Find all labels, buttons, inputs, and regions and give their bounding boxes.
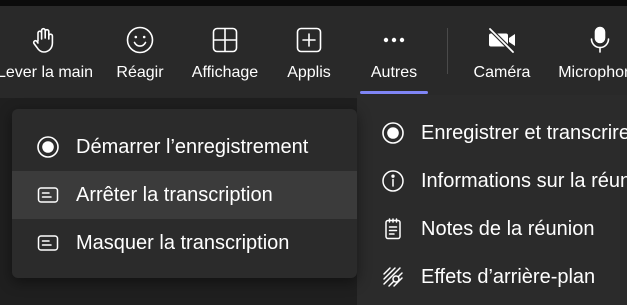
record-transcribe-submenu: Démarrer l’enregistrement Arrêter la tra…: [12, 109, 357, 278]
notes-icon: [381, 217, 405, 241]
menu-item-label: Notes de la réunion: [421, 218, 595, 240]
active-tab-indicator: [360, 91, 428, 94]
transcript-icon: [36, 231, 60, 255]
apps-label: Applis: [287, 64, 331, 81]
more-button[interactable]: Autres: [360, 6, 428, 98]
camera-off-icon: [486, 24, 518, 56]
grid-view-icon: [209, 24, 241, 56]
camera-button[interactable]: Caméra: [470, 6, 534, 98]
record-icon: [36, 135, 60, 159]
microphone-button[interactable]: Microphone: [550, 6, 627, 98]
menu-item-stop-transcription[interactable]: Arrêter la transcription: [12, 171, 357, 219]
camera-label: Caméra: [473, 64, 531, 81]
microphone-label: Microphone: [558, 64, 627, 81]
react-button[interactable]: Réagir: [108, 6, 172, 98]
react-label: Réagir: [116, 64, 164, 81]
apps-button[interactable]: Applis: [278, 6, 340, 98]
more-menu: Enregistrer et transcrire Informations s…: [357, 95, 627, 305]
raise-hand-icon: [29, 24, 61, 56]
menu-item-meeting-notes[interactable]: Notes de la réunion: [357, 205, 627, 253]
view-button[interactable]: Affichage: [185, 6, 265, 98]
view-label: Affichage: [191, 64, 259, 81]
menu-item-label: Masquer la transcription: [76, 232, 290, 254]
more-dots-icon: [378, 24, 410, 56]
menu-item-hide-transcription[interactable]: Masquer la transcription: [12, 219, 357, 267]
transcript-icon: [36, 183, 60, 207]
smiley-icon: [124, 24, 156, 56]
menu-item-label: Informations sur la réunion: [421, 170, 627, 192]
menu-item-background-effects[interactable]: Effets d’arrière-plan: [357, 253, 627, 301]
microphone-icon: [584, 24, 616, 56]
info-icon: [381, 169, 405, 193]
raise-hand-label: Lever la main: [0, 64, 94, 81]
menu-item-label: Démarrer l’enregistrement: [76, 136, 309, 158]
menu-item-label: Effets d’arrière-plan: [421, 266, 596, 288]
menu-item-start-recording[interactable]: Démarrer l’enregistrement: [12, 123, 357, 171]
more-label: Autres: [370, 64, 418, 81]
record-icon: [381, 121, 405, 145]
meeting-toolbar: Lever la main Réagir Affichage Applis Au…: [0, 6, 627, 98]
menu-item-record-transcribe[interactable]: Enregistrer et transcrire: [357, 109, 627, 157]
add-app-icon: [293, 24, 325, 56]
raise-hand-button[interactable]: Lever la main: [0, 6, 100, 98]
menu-item-meeting-info[interactable]: Informations sur la réunion: [357, 157, 627, 205]
menu-item-label: Enregistrer et transcrire: [421, 122, 627, 144]
background-effects-icon: [381, 265, 405, 289]
toolbar-separator: [447, 28, 448, 74]
menu-item-label: Arrêter la transcription: [76, 184, 273, 206]
